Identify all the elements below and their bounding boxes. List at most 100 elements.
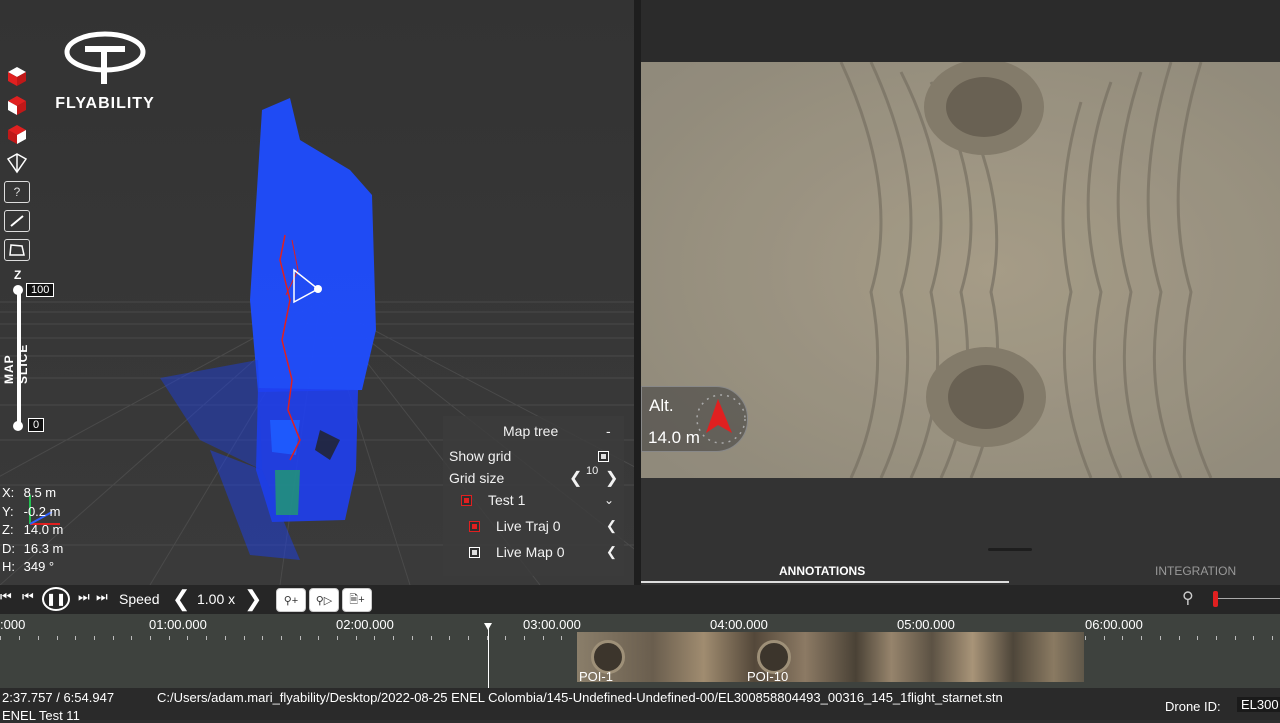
cube-red-button-2[interactable] [4, 93, 30, 117]
3d-map-view[interactable]: FLYABILITY ? Z 100 0 MAP SLICE X: 8.5 m … [0, 0, 634, 585]
playhead-marker[interactable] [484, 623, 492, 630]
cube-red-icon [8, 96, 26, 115]
timeline-tick [1197, 636, 1198, 640]
coord-y-key: Y: [2, 503, 14, 519]
add-poi-icon: ⚲+ [283, 594, 299, 607]
map-slice-top-handle[interactable] [13, 285, 23, 295]
poi-marker-10[interactable]: POI-10 [747, 669, 788, 684]
timeline-tick [94, 636, 95, 640]
show-grid-checkbox[interactable] [598, 451, 609, 462]
timeline-tick [1235, 636, 1236, 640]
polygon-measure-icon [4, 239, 30, 261]
skip-to-start-icon[interactable]: ⏮ [0, 589, 12, 605]
timeline-tick [38, 636, 39, 640]
playhead-line[interactable] [488, 624, 489, 688]
timeline-tick [356, 636, 357, 640]
add-document-button[interactable]: 🗎+ [342, 588, 372, 612]
map-slice-label: MAP SLICE [2, 343, 30, 384]
playback-time: 2:37.757 / 6:54.947 [2, 690, 115, 705]
map-tree-collapse-button[interactable]: - [606, 423, 611, 439]
timeline-tick [449, 636, 450, 640]
help-button[interactable]: ? [4, 180, 30, 204]
polygon-measure-button[interactable] [4, 238, 30, 262]
playback-bar: ⏮ ⏮ ❚❚ ⏭ ⏭ Speed ❮ 1.00 x ❯ ⚲+ ⚲▷ 🗎+ ⚲ [0, 585, 1280, 614]
timeline-tick [281, 636, 282, 640]
skip-to-end-icon[interactable]: ⏭ [96, 589, 108, 605]
timeline-tick [244, 636, 245, 640]
timeline-tick [524, 636, 525, 640]
coord-h-value: 349 ° [23, 559, 55, 574]
chevron-down-icon[interactable]: ⌄ [604, 493, 614, 507]
speed-decrease-icon[interactable]: ❮ [172, 586, 190, 612]
timeline-tick [131, 636, 132, 640]
ruler-icon [4, 210, 30, 232]
left-toolbar: ? [4, 64, 34, 267]
flyability-logo-icon [64, 31, 146, 84]
chevron-left-icon[interactable]: ❮ [606, 518, 617, 534]
coord-x-key: X: [2, 485, 15, 500]
coord-d-value: 16.3 m [23, 540, 64, 556]
live-traj-checkbox[interactable] [469, 521, 480, 532]
pause-button[interactable]: ❚❚ [42, 587, 70, 611]
map-tree-item-live-traj[interactable]: Live Traj 0 ❮ [443, 515, 624, 537]
video-header [641, 0, 1280, 62]
drone-id-label: Drone ID: [1165, 699, 1221, 714]
live-map-label: Live Map 0 [496, 544, 565, 560]
compass-icon [696, 394, 746, 444]
map-tree-item-test1[interactable]: Test 1 ⌄ [443, 489, 624, 511]
live-map-checkbox[interactable] [469, 547, 480, 558]
tab-bar: ANNOTATIONS INTEGRATION [641, 560, 1280, 584]
timeline-label-0: :000 [0, 617, 26, 632]
step-back-icon[interactable]: ⏮ [22, 589, 34, 605]
speed-increase-icon[interactable]: ❯ [244, 586, 262, 612]
map-slice-bottom-handle[interactable] [13, 421, 23, 431]
cube-red-button-1[interactable] [4, 64, 30, 88]
timeline-label-3: 03:00.000 [523, 617, 581, 632]
coord-x-value: 8.5 m [23, 485, 57, 500]
timeline-tick [262, 636, 263, 640]
tab-integration[interactable]: INTEGRATION [1155, 564, 1236, 578]
timeline[interactable]: :000 01:00.000 02:00.000 03:00.000 04:00… [0, 614, 1280, 688]
timeline-tick [169, 636, 170, 640]
timeline-tick [225, 636, 226, 640]
map-tree-item-live-map[interactable]: Live Map 0 ❮ [443, 541, 624, 563]
project-name: ENEL Test 11 [2, 708, 80, 723]
cube-outline-button[interactable] [4, 151, 30, 175]
zoom-slider-handle[interactable] [1213, 591, 1218, 607]
tab-annotations[interactable]: ANNOTATIONS [779, 564, 865, 578]
slice-axis-label: Z [14, 268, 22, 282]
cube-red-icon [8, 67, 26, 86]
step-forward-icon[interactable]: ⏭ [78, 589, 90, 605]
grid-size-decrease-icon[interactable]: ❮ [569, 468, 582, 488]
grid-size-increase-icon[interactable]: ❯ [605, 468, 618, 488]
coord-h-key: H: [2, 559, 15, 574]
timeline-tick [561, 636, 562, 640]
timeline-tick [468, 636, 469, 640]
chevron-left-icon[interactable]: ❮ [606, 544, 617, 560]
coord-z-key: Z: [2, 522, 14, 537]
zoom-out-icon[interactable]: ⚲ [1182, 588, 1194, 608]
coord-z-value: 14.0 m [23, 522, 64, 537]
add-poi-button[interactable]: ⚲+ [276, 588, 306, 612]
timeline-tick [1122, 636, 1123, 640]
ruler-button[interactable] [4, 209, 30, 233]
timeline-tick [393, 636, 394, 640]
resize-handle[interactable] [988, 548, 1032, 551]
panel-splitter[interactable] [634, 0, 641, 585]
poi-marker-1[interactable]: POI-1 [579, 669, 613, 684]
timeline-tick [1104, 636, 1105, 640]
zoom-slider-track[interactable] [1218, 598, 1280, 599]
timeline-tick [431, 636, 432, 640]
cube-red-icon [8, 125, 26, 144]
cube-red-button-3[interactable] [4, 122, 30, 146]
brand-name: FLYABILITY [55, 95, 155, 112]
timeline-tick [337, 636, 338, 640]
altitude-label: Alt. [649, 396, 674, 415]
timeline-tick [19, 636, 20, 640]
speed-value: 1.00 x [197, 591, 236, 607]
video-thumbnail-strip[interactable] [577, 632, 1084, 682]
add-poi-video-button[interactable]: ⚲▷ [309, 588, 339, 612]
test1-checkbox[interactable] [461, 495, 472, 506]
map-tree-panel: Map tree - Show grid Grid size ❮ 10 ❯ Te… [443, 416, 624, 576]
timeline-tick [1179, 636, 1180, 640]
